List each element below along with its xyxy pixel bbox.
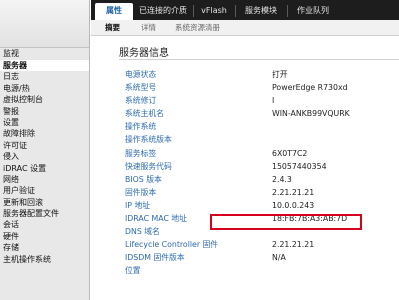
info-label: 位置 xyxy=(125,266,141,276)
sidebar-item-server[interactable]: 服务器 xyxy=(0,60,89,72)
info-row-bios-version: BIOS 版本 2.4.3 xyxy=(123,173,399,186)
info-label: 系统修订 xyxy=(125,96,157,106)
subtab-bar: 摘要 详情 系统资源清册 xyxy=(91,20,399,36)
title-divider xyxy=(119,59,399,60)
sidebar-item-virtual-console[interactable]: 虚拟控制台 xyxy=(0,94,89,105)
info-value: 打开 xyxy=(272,70,288,79)
subtab-system-inventory[interactable]: 系统资源清册 xyxy=(175,20,220,35)
info-label: IDSDM 固件版本 xyxy=(125,253,185,263)
info-row-service-tag: 服务标签 6X0T7C2 xyxy=(123,147,399,160)
info-row-dns-domain: DNS 域名 xyxy=(123,225,399,238)
tab-job-queue[interactable]: 作业队列 xyxy=(291,3,335,20)
info-row-power-state: 电源状态 打开 xyxy=(123,68,399,81)
tab-service-module[interactable]: 服务模块 xyxy=(239,3,283,20)
tab-vflash[interactable]: vFlash xyxy=(197,3,231,20)
info-row-idrac-mac: IDRAC MAC 地址 18:FB:7B:A3:AB:7D xyxy=(123,212,399,225)
info-label: IP 地址 xyxy=(125,200,151,210)
page-title: 服务器信息 xyxy=(119,48,169,59)
sidebar-item-alerts[interactable]: 警报 xyxy=(0,106,89,117)
tab-attached-media[interactable]: 已连接的介质 xyxy=(137,3,189,20)
info-row-system-revision: 系统修订 I xyxy=(123,94,399,107)
top-tab-bar: 属性 已连接的介质 vFlash 服务模块 作业队列 xyxy=(91,0,399,20)
sidebar-item-monitor[interactable]: 监视 xyxy=(0,48,89,60)
sidebar: 监视 服务器 日志 电源/热 虚拟控制台 警报 设置 故障排除 许可证 侵入 i… xyxy=(0,0,90,300)
sidebar-header xyxy=(0,0,89,48)
info-row-location: 位置 xyxy=(123,264,399,277)
info-row-firmware-version: 固件版本 2.21.21.21 xyxy=(123,186,399,199)
subtab-summary[interactable]: 摘要 xyxy=(105,20,120,35)
subtab-details[interactable]: 详情 xyxy=(141,20,156,35)
info-value: 18:FB:7B:A3:AB:7D xyxy=(272,214,348,224)
sidebar-item-hardware[interactable]: 硬件 xyxy=(0,231,89,242)
info-label: 服务标签 xyxy=(125,148,157,158)
info-label: 操作系统 xyxy=(125,122,157,132)
info-value: 10.0.0.243 xyxy=(272,200,315,210)
server-info-table: 电源状态 打开 系统型号 PowerEdge R730xd 系统修订 I 系统主机名 W… xyxy=(123,68,399,278)
info-value: PowerEdge R730xd xyxy=(272,83,348,93)
info-value: 2.4.3 xyxy=(272,174,292,184)
info-label: DNS 域名 xyxy=(125,227,160,237)
sidebar-item-setup[interactable]: 设置 xyxy=(0,117,89,128)
sidebar-item-server-profile[interactable]: 服务器配置文件 xyxy=(0,208,89,219)
tab-separator xyxy=(235,5,236,17)
sidebar-item-logs[interactable]: 日志 xyxy=(0,71,89,82)
sidebar-item-storage[interactable]: 存储 xyxy=(0,242,89,253)
sidebar-item-host-os[interactable]: 主机操作系统 xyxy=(0,254,89,265)
info-label: Lifecycle Controller 固件 xyxy=(125,240,219,250)
info-value: N/A xyxy=(272,253,286,263)
sidebar-item-user-authentication[interactable]: 用户验证 xyxy=(0,185,89,196)
tab-separator xyxy=(193,5,194,17)
info-row-express-service-code: 快速服务代码 15057440354 xyxy=(123,160,399,173)
info-label: 操作系统版本 xyxy=(125,135,172,145)
info-label: 系统主机名 xyxy=(125,109,164,119)
main-content: 服务器信息 电源状态 打开 系统型号 PowerEdge R730xd 系统修订 I … xyxy=(91,36,399,300)
sidebar-item-network[interactable]: 网络 xyxy=(0,174,89,185)
info-row-lifecycle-controller: Lifecycle Controller 固件 2.21.21.21 xyxy=(123,238,399,251)
info-value: 15057440354 xyxy=(272,161,327,171)
tab-properties[interactable]: 属性 xyxy=(95,3,133,20)
sidebar-item-sessions[interactable]: 会话 xyxy=(0,219,89,230)
info-row-os-version: 操作系统版本 xyxy=(123,133,399,146)
info-label: BIOS 版本 xyxy=(125,174,162,184)
info-row-idsdm-firmware: IDSDM 固件版本 N/A xyxy=(123,251,399,264)
tab-separator xyxy=(287,5,288,17)
sidebar-item-idrac-settings[interactable]: iDRAC 设置 xyxy=(0,163,89,174)
info-label: 快速服务代码 xyxy=(125,161,172,171)
info-label: IDRAC MAC 地址 xyxy=(125,214,187,224)
info-row-host-name: 系统主机名 WIN-ANKB99VQURK xyxy=(123,107,399,120)
info-row-ip-address: IP 地址 10.0.0.243 xyxy=(123,199,399,212)
sidebar-item-intrusion[interactable]: 侵入 xyxy=(0,151,89,162)
info-value: 2.21.21.21 xyxy=(272,187,315,197)
info-value: 6X0T7C2 xyxy=(272,148,308,158)
sidebar-item-update-rollback[interactable]: 更新和回滚 xyxy=(0,197,89,208)
info-row-system-model: 系统型号 PowerEdge R730xd xyxy=(123,81,399,94)
info-label: 系统型号 xyxy=(125,83,157,93)
sidebar-item-troubleshooting[interactable]: 故障排除 xyxy=(0,128,89,139)
info-label: 固件版本 xyxy=(125,187,157,197)
info-row-os: 操作系统 xyxy=(123,120,399,133)
info-value: 2.21.21.21 xyxy=(272,240,315,250)
info-label: 电源状态 xyxy=(125,70,157,79)
info-value: I xyxy=(272,96,275,106)
sidebar-item-licenses[interactable]: 许可证 xyxy=(0,140,89,151)
info-value: WIN-ANKB99VQURK xyxy=(272,109,350,119)
sidebar-item-power-thermal[interactable]: 电源/热 xyxy=(0,83,89,94)
